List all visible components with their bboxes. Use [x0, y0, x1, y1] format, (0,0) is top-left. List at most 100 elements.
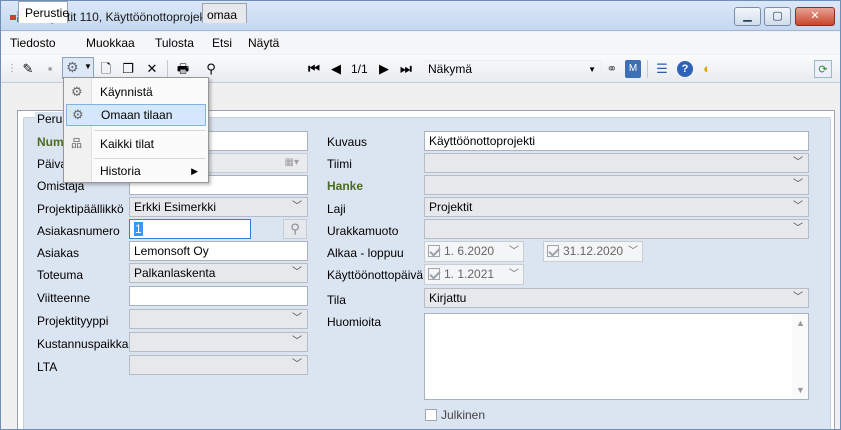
link-icon[interactable]: ⚭ [603, 60, 621, 78]
public-checkbox[interactable] [425, 409, 437, 421]
workflow-menu: ⚙ Käynnistä ⚙ Omaan tilaan 品 Kaikki tila… [63, 77, 209, 183]
project-manager-value: Erkki Esimerkki [134, 200, 217, 214]
application-window: Projektit 110, Käyttöönottoprojekti ▁ ▢ … [0, 0, 841, 430]
realization-select[interactable]: Palkanlaskenta ﹀ [129, 263, 308, 283]
menu-item-history[interactable]: Historia ▶ [66, 161, 206, 183]
chevron-down-icon: ﹀ [292, 359, 302, 370]
customer-field[interactable]: Lemonsoft Oy [129, 241, 308, 261]
scroll-up-icon[interactable]: ▲ [796, 318, 805, 328]
start-date-field[interactable]: 1. 6.2020 ﹀ [424, 241, 524, 262]
edit-icon[interactable]: ✎ [19, 60, 37, 78]
workflow-dropdown-button[interactable]: ⚙ ▼ [62, 57, 94, 79]
contract-type-select[interactable]: ﹀ [424, 219, 809, 239]
project-type-select[interactable]: ﹀ [129, 309, 308, 329]
menu-file[interactable]: Tiedosto [10, 36, 56, 50]
first-record-icon[interactable]: ⏮ [307, 60, 321, 78]
chevron-down-icon: ﹀ [793, 179, 803, 190]
menu-bar: Tiedosto Muokkaa Tulosta Etsi Näytä [1, 32, 840, 54]
state-select[interactable]: Kirjattu ﹀ [424, 288, 809, 308]
deployment-date-value: 1. 1.2021 [444, 267, 495, 281]
venture-select[interactable]: ﹀ [424, 175, 809, 195]
lta-label: LTA [37, 360, 58, 374]
copy-icon[interactable]: ❐ [119, 60, 137, 78]
realization-value: Palkanlaskenta [134, 266, 216, 280]
help-icon[interactable]: ? [677, 61, 693, 77]
tab-basic-info[interactable]: Perustie [18, 1, 69, 23]
menu-view[interactable]: Näytä [248, 36, 279, 50]
tab-other[interactable]: omaa [202, 3, 247, 23]
deployment-date-checkbox[interactable] [428, 268, 440, 280]
scroll-down-icon[interactable]: ▼ [796, 385, 805, 395]
next-record-icon[interactable]: ▶ [377, 60, 391, 78]
title-bar: Projektit 110, Käyttöönottoprojekti ▁ ▢ … [1, 1, 840, 31]
chevron-down-icon: ﹀ [793, 292, 803, 303]
save-icon[interactable]: ▪ [41, 60, 59, 78]
search-icon[interactable]: ⚲ [283, 219, 307, 239]
new-document-icon[interactable]: 🗋 [97, 60, 115, 78]
description-label: Kuvaus [327, 135, 368, 149]
team-select[interactable]: ﹀ [424, 153, 809, 173]
menu-separator [94, 130, 206, 131]
customer-value: Lemonsoft Oy [134, 244, 209, 258]
type-value: Projektit [429, 200, 473, 214]
lta-select[interactable]: ﹀ [129, 355, 308, 375]
menu-separator [94, 158, 206, 159]
close-button[interactable]: ✕ [795, 7, 835, 26]
chevron-down-icon: ﹀ [292, 201, 302, 212]
chevron-down-icon: ﹀ [292, 336, 302, 347]
menu-item-label: Käynnistä [100, 85, 153, 99]
refresh-icon[interactable]: ⟳ [814, 60, 832, 78]
customer-number-input[interactable]: 1 [129, 219, 251, 239]
find-icon[interactable]: ⚲ [201, 60, 221, 78]
toolbar-separator [167, 60, 168, 78]
end-date-checkbox[interactable] [547, 245, 559, 257]
contract-type-label: Urakkamuoto [327, 224, 399, 238]
menu-item-label: Omaan tilaan [101, 108, 173, 122]
lemon-icon[interactable]: ◐ [698, 60, 716, 78]
public-checkbox-row[interactable]: Julkinen [425, 408, 485, 422]
menu-edit[interactable]: Muokkaa [86, 36, 135, 50]
menu-item-all-states[interactable]: 品 Kaikki tilat [66, 134, 206, 156]
last-record-icon[interactable]: ⏭ [399, 60, 413, 78]
menu-item-own-state[interactable]: ⚙ Omaan tilaan [66, 104, 206, 126]
venture-label: Hanke [327, 179, 364, 193]
minimize-button[interactable]: ▁ [734, 7, 761, 26]
end-date-value: 31.12.2020 [563, 244, 624, 258]
delete-icon[interactable]: ✕ [143, 60, 161, 78]
view-select[interactable]: Näkymä ▼ [425, 60, 601, 79]
description-value: Käyttöönottoprojekti [429, 134, 536, 148]
menu-print[interactable]: Tulosta [155, 36, 194, 50]
chevron-down-icon: ﹀ [793, 201, 803, 212]
realization-label: Toteuma [37, 268, 84, 282]
chevron-down-icon: ﹀ [509, 269, 519, 280]
cost-center-label: Kustannuspaikka [37, 337, 129, 351]
toolbar-separator [647, 60, 648, 78]
type-select[interactable]: Projektit ﹀ [424, 197, 809, 217]
previous-record-icon[interactable]: ◀ [329, 60, 343, 78]
end-date-field[interactable]: 31.12.2020 ﹀ [543, 241, 643, 262]
list-icon[interactable]: ☰ [653, 60, 671, 78]
customer-number-value: 1 [134, 222, 143, 236]
reference-field[interactable] [129, 286, 308, 306]
project-manager-label: Projektipäällikkö [37, 202, 124, 216]
database-icon[interactable]: M [625, 60, 641, 78]
deployment-date-field[interactable]: 1. 1.2021 ﹀ [424, 264, 524, 285]
cost-center-select[interactable]: ﹀ [129, 332, 308, 352]
notes-textarea[interactable]: ▲ ▼ [424, 313, 809, 400]
public-label: Julkinen [441, 408, 486, 422]
calendar-icon: ▦▾ [284, 157, 299, 168]
notes-scrollbar[interactable]: ▲ ▼ [792, 314, 808, 399]
chevron-down-icon: ▼ [588, 65, 596, 74]
print-icon[interactable]: 🖶 [173, 60, 193, 78]
menu-search[interactable]: Etsi [212, 36, 232, 50]
maximize-button[interactable]: ▢ [764, 7, 791, 26]
pager-text: 1/1 [351, 62, 368, 76]
start-date-checkbox[interactable] [428, 245, 440, 257]
gear-icon: ⚙ [72, 107, 84, 122]
toolbar-grip-icon: ⋮ [7, 63, 17, 74]
description-field[interactable]: Käyttöönottoprojekti [424, 131, 809, 151]
menu-item-start[interactable]: ⚙ Käynnistä [66, 82, 206, 104]
customer-label: Asiakas [37, 246, 80, 260]
reference-label: Viitteenne [37, 291, 91, 305]
project-manager-select[interactable]: Erkki Esimerkki ﹀ [129, 197, 308, 217]
